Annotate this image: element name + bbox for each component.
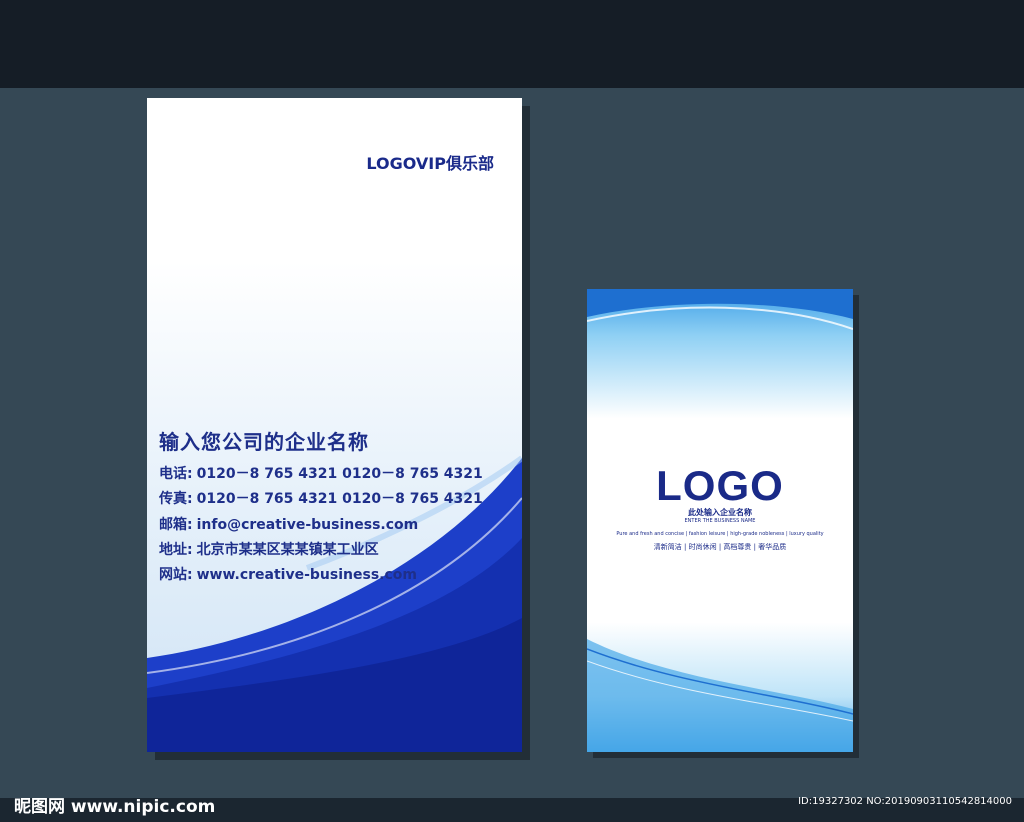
watermark-id: ID:19327302 NO:20190903110542814000: [798, 796, 1012, 807]
email-line: 邮箱: info@creative-business.com: [159, 514, 418, 534]
logo-text: LOGO: [656, 462, 784, 509]
email-value: info@creative-business.com: [196, 517, 419, 533]
left-card-waves: [147, 455, 522, 752]
fax-label: 传真:: [159, 491, 193, 507]
brand-name: LOGOVIP俱乐部: [366, 154, 494, 173]
website-label: 网站:: [159, 567, 193, 583]
website-value: www.creative-business.com: [196, 567, 417, 583]
phone-value: 0120－8 765 4321 0120－8 765 4321: [196, 466, 483, 482]
address-value: 北京市某某区某某镇某工业区: [196, 542, 379, 558]
top-bar: [0, 0, 1024, 88]
address-line: 地址: 北京市某某区某某镇某工业区: [159, 539, 379, 559]
phone-label: 电话:: [159, 466, 193, 482]
company-name: 输入您公司的企业名称: [159, 430, 369, 454]
watermark-site: 昵图网 www.nipic.com: [14, 797, 216, 817]
address-label: 地址:: [159, 542, 193, 558]
email-label: 邮箱:: [159, 517, 193, 533]
website-line: 网站: www.creative-business.com: [159, 564, 417, 584]
phone-line: 电话: 0120－8 765 4321 0120－8 765 4321: [159, 463, 483, 483]
fax-value: 0120－8 765 4321 0120－8 765 4321: [196, 491, 483, 507]
fax-line: 传真: 0120－8 765 4321 0120－8 765 4321: [159, 488, 483, 508]
slogan-chinese: 清新简洁 | 时尚休闲 | 高档尊贵 | 奢华品质: [653, 543, 787, 551]
slogan-english: Pure and fresh and concise | fashion lei…: [616, 531, 824, 537]
logo-subtitle: 此处输入企业名称: [688, 508, 752, 517]
logo-english: ENTER THE BUSINESS NAME: [684, 518, 756, 524]
right-business-card: LOGO 此处输入企业名称 ENTER THE BUSINESS NAME Pu…: [587, 289, 853, 752]
left-business-card: LOGOVIP俱乐部 输入您公司的企业名称 电话: 0120－8 765 4321…: [147, 98, 522, 752]
